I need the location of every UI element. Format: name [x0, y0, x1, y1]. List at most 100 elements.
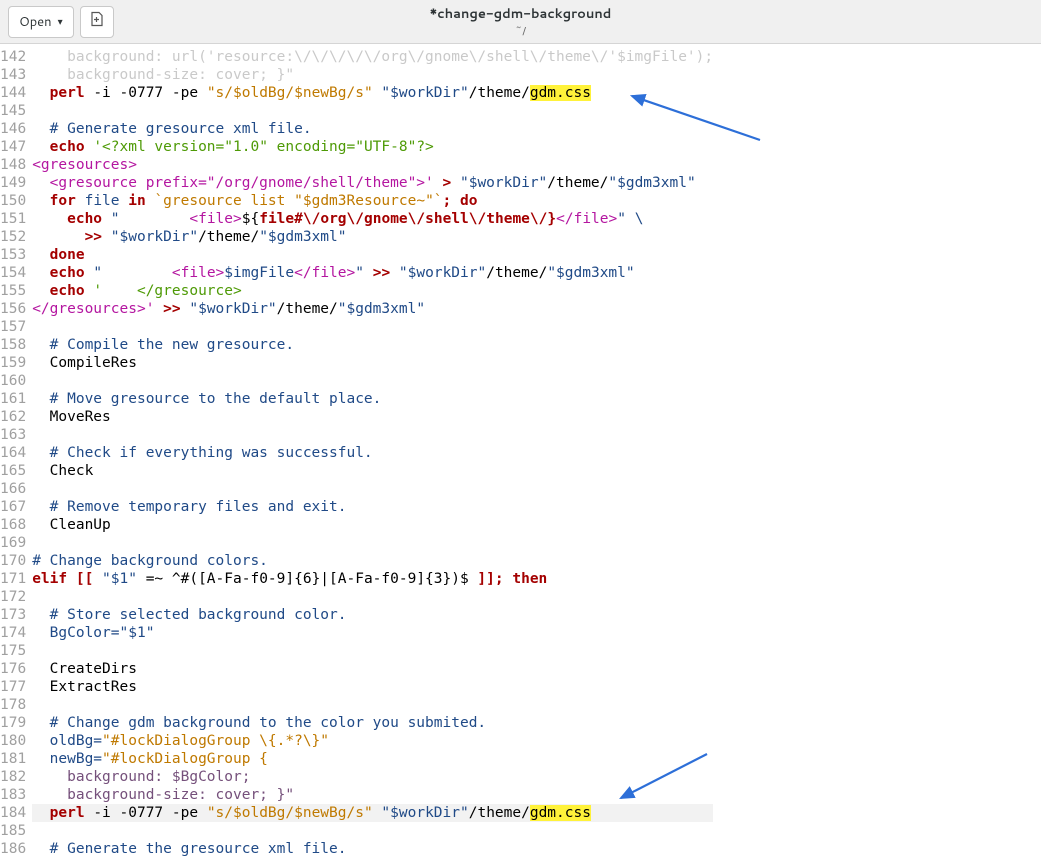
line-number: 184	[0, 804, 26, 822]
line-number: 180	[0, 732, 26, 750]
line-number: 154	[0, 264, 26, 282]
line-number: 182	[0, 768, 26, 786]
code-line: Check	[32, 462, 713, 480]
line-number: 159	[0, 354, 26, 372]
line-number: 142	[0, 48, 26, 66]
code-line: echo " <file>${file#\/org\/gnome\/shell\…	[32, 210, 713, 228]
line-number: 160	[0, 372, 26, 390]
code-line: perl -i -0777 -pe "s/$oldBg/$newBg/s" "$…	[32, 84, 713, 102]
line-number: 186	[0, 840, 26, 858]
code-line: MoveRes	[32, 408, 713, 426]
code-line	[32, 642, 713, 660]
code-line: for file in `gresource list "$gdm3Resour…	[32, 192, 713, 210]
code-line: # Generate the gresource xml file.	[32, 840, 713, 858]
line-number: 156	[0, 300, 26, 318]
line-number-gutter: 1421431441451461471481491501511521531541…	[0, 48, 32, 858]
code-line: CreateDirs	[32, 660, 713, 678]
line-number: 149	[0, 174, 26, 192]
code-line	[32, 318, 713, 336]
code-line: echo ' </gresource>	[32, 282, 713, 300]
line-number: 158	[0, 336, 26, 354]
code-line: # Change gdm background to the color you…	[32, 714, 713, 732]
line-number: 145	[0, 102, 26, 120]
code-line: # Move gresource to the default place.	[32, 390, 713, 408]
line-number: 166	[0, 480, 26, 498]
line-number: 170	[0, 552, 26, 570]
code-line: background: url('resource:\/\/\/\/\/org\…	[32, 48, 713, 66]
code-line: <gresource prefix="/org/gnome/shell/them…	[32, 174, 713, 192]
line-number: 152	[0, 228, 26, 246]
code-line: >> "$workDir"/theme/"$gdm3xml"	[32, 228, 713, 246]
code-line	[32, 588, 713, 606]
code-view[interactable]: background: url('resource:\/\/\/\/\/org\…	[32, 48, 713, 858]
line-number: 150	[0, 192, 26, 210]
code-line: CleanUp	[32, 516, 713, 534]
line-number: 183	[0, 786, 26, 804]
code-line: # Remove temporary files and exit.	[32, 498, 713, 516]
line-number: 172	[0, 588, 26, 606]
line-number: 173	[0, 606, 26, 624]
code-line: background-size: cover; }"	[32, 66, 713, 84]
line-number: 144	[0, 84, 26, 102]
code-line: # Change background colors.	[32, 552, 713, 570]
header-left: Open ▾	[8, 6, 114, 38]
code-line: done	[32, 246, 713, 264]
line-number: 143	[0, 66, 26, 84]
code-line: # Generate gresource xml file.	[32, 120, 713, 138]
document-title: *change-gdm-background	[0, 5, 1041, 23]
line-number: 176	[0, 660, 26, 678]
line-number: 174	[0, 624, 26, 642]
code-line: background: $BgColor;	[32, 768, 713, 786]
line-number: 147	[0, 138, 26, 156]
code-line: oldBg="#lockDialogGroup \{.*?\}"	[32, 732, 713, 750]
code-line: BgColor="$1"	[32, 624, 713, 642]
code-line	[32, 372, 713, 390]
document-path: ~/	[0, 23, 1041, 39]
code-line: # Store selected background color.	[32, 606, 713, 624]
line-number: 157	[0, 318, 26, 336]
line-number: 167	[0, 498, 26, 516]
code-line	[32, 480, 713, 498]
line-number: 161	[0, 390, 26, 408]
line-number: 146	[0, 120, 26, 138]
header-bar: Open ▾ *change-gdm-background ~/	[0, 0, 1041, 44]
header-title-group: *change-gdm-background ~/	[0, 5, 1041, 39]
line-number: 179	[0, 714, 26, 732]
new-document-icon	[89, 11, 105, 32]
code-line	[32, 426, 713, 444]
code-line: elif [[ "$1" =~ ^#([A-Fa-f0-9]{6}|[A-Fa-…	[32, 570, 713, 588]
code-line: <gresources>	[32, 156, 713, 174]
line-number: 185	[0, 822, 26, 840]
line-number: 155	[0, 282, 26, 300]
open-button[interactable]: Open ▾	[8, 6, 74, 38]
line-number: 169	[0, 534, 26, 552]
new-tab-button[interactable]	[80, 6, 114, 38]
line-number: 153	[0, 246, 26, 264]
code-line: background-size: cover; }"	[32, 786, 713, 804]
code-line	[32, 102, 713, 120]
editor-area[interactable]: 1421431441451461471481491501511521531541…	[0, 44, 1041, 858]
code-line: # Compile the new gresource.	[32, 336, 713, 354]
line-number: 171	[0, 570, 26, 588]
code-line: perl -i -0777 -pe "s/$oldBg/$newBg/s" "$…	[32, 804, 713, 822]
code-line	[32, 534, 713, 552]
line-number: 165	[0, 462, 26, 480]
line-number: 177	[0, 678, 26, 696]
code-line: </gresources>' >> "$workDir"/theme/"$gdm…	[32, 300, 713, 318]
line-number: 178	[0, 696, 26, 714]
line-number: 162	[0, 408, 26, 426]
code-line: echo " <file>$imgFile</file>" >> "$workD…	[32, 264, 713, 282]
code-line: ExtractRes	[32, 678, 713, 696]
chevron-down-icon: ▾	[58, 15, 63, 29]
code-line	[32, 822, 713, 840]
line-number: 163	[0, 426, 26, 444]
line-number: 164	[0, 444, 26, 462]
open-label: Open	[19, 13, 52, 31]
line-number: 148	[0, 156, 26, 174]
line-number: 151	[0, 210, 26, 228]
code-line: # Check if everything was successful.	[32, 444, 713, 462]
line-number: 181	[0, 750, 26, 768]
code-line	[32, 696, 713, 714]
code-line: newBg="#lockDialogGroup {	[32, 750, 713, 768]
code-line: echo '<?xml version="1.0" encoding="UTF-…	[32, 138, 713, 156]
